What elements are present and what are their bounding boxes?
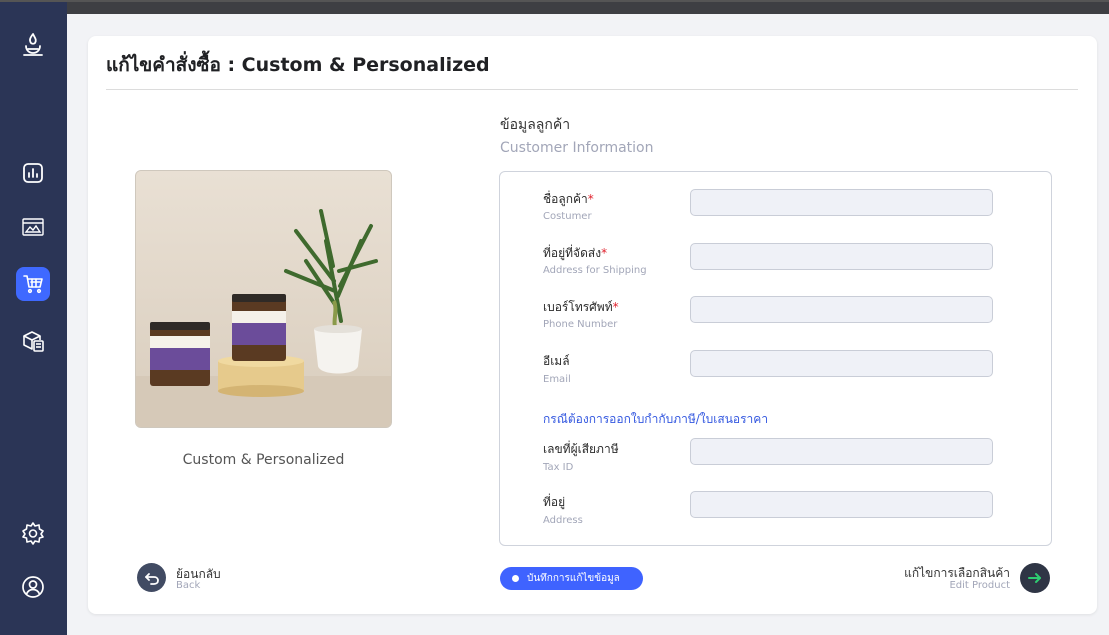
title-divider — [106, 89, 1078, 90]
shipping-address-input[interactable] — [690, 243, 993, 270]
arrow-right-icon — [1028, 573, 1041, 583]
customer-name-label: ชื่อลูกค้า* — [543, 192, 594, 206]
undo-arrow-icon — [144, 572, 159, 585]
section-title-en: Customer Information — [500, 140, 654, 156]
phone-label: เบอร์โทรศัพท์* — [543, 300, 619, 314]
cart-icon[interactable] — [16, 267, 50, 301]
banner-icon[interactable] — [16, 210, 50, 244]
email-input[interactable] — [690, 350, 993, 377]
phone-input[interactable] — [690, 296, 993, 323]
gear-icon[interactable] — [16, 516, 50, 550]
back-sublabel: Back — [176, 580, 201, 591]
save-changes-button[interactable]: บันทึกการแก้ไขข้อมูล — [500, 567, 643, 590]
chart-icon[interactable] — [16, 156, 50, 190]
shipping-address-label: ที่อยู่ที่จัดส่ง* — [543, 246, 608, 260]
profile-icon[interactable] — [16, 570, 50, 604]
product-box-icon[interactable] — [16, 324, 50, 358]
tax-id-label: เลขที่ผู้เสียภาษี — [543, 442, 619, 456]
edit-product-sublabel: Edit Product — [949, 580, 1010, 591]
brand-logo-icon[interactable] — [16, 28, 50, 62]
phone-sublabel: Phone Number — [543, 319, 618, 330]
sidebar — [0, 2, 67, 635]
required-mark: * — [612, 300, 619, 314]
tax-address-input[interactable] — [690, 491, 993, 518]
required-mark: * — [601, 246, 608, 260]
shipping-address-sublabel: Address for Shipping — [543, 265, 647, 276]
tax-address-sublabel: Address — [543, 515, 583, 526]
tax-id-input[interactable] — [690, 438, 993, 465]
email-label: อีเมล์ — [543, 354, 570, 368]
back-button[interactable] — [137, 563, 166, 592]
tax-address-label: ที่อยู่ — [543, 495, 566, 509]
required-mark: * — [587, 192, 594, 206]
product-image — [135, 170, 392, 428]
save-changes-label: บันทึกการแก้ไขข้อมูล — [527, 573, 620, 584]
page-title: แก้ไขคำสั่งซื้อ : Custom & Personalized — [106, 54, 490, 76]
tax-id-sublabel: Tax ID — [543, 462, 574, 473]
customer-name-input[interactable] — [690, 189, 993, 216]
edit-product-button[interactable] — [1020, 563, 1050, 593]
radio-dot-icon — [512, 575, 519, 582]
customer-name-sublabel: Costumer — [543, 211, 592, 222]
product-name: Custom & Personalized — [182, 452, 345, 468]
email-sublabel: Email — [543, 374, 571, 385]
tax-invoice-note: กรณีต้องการออกใบกำกับภาษี/ใบเสนอราคา — [543, 412, 769, 426]
section-title-th: ข้อมูลลูกค้า — [500, 117, 571, 133]
window-top-border — [0, 0, 1109, 2]
